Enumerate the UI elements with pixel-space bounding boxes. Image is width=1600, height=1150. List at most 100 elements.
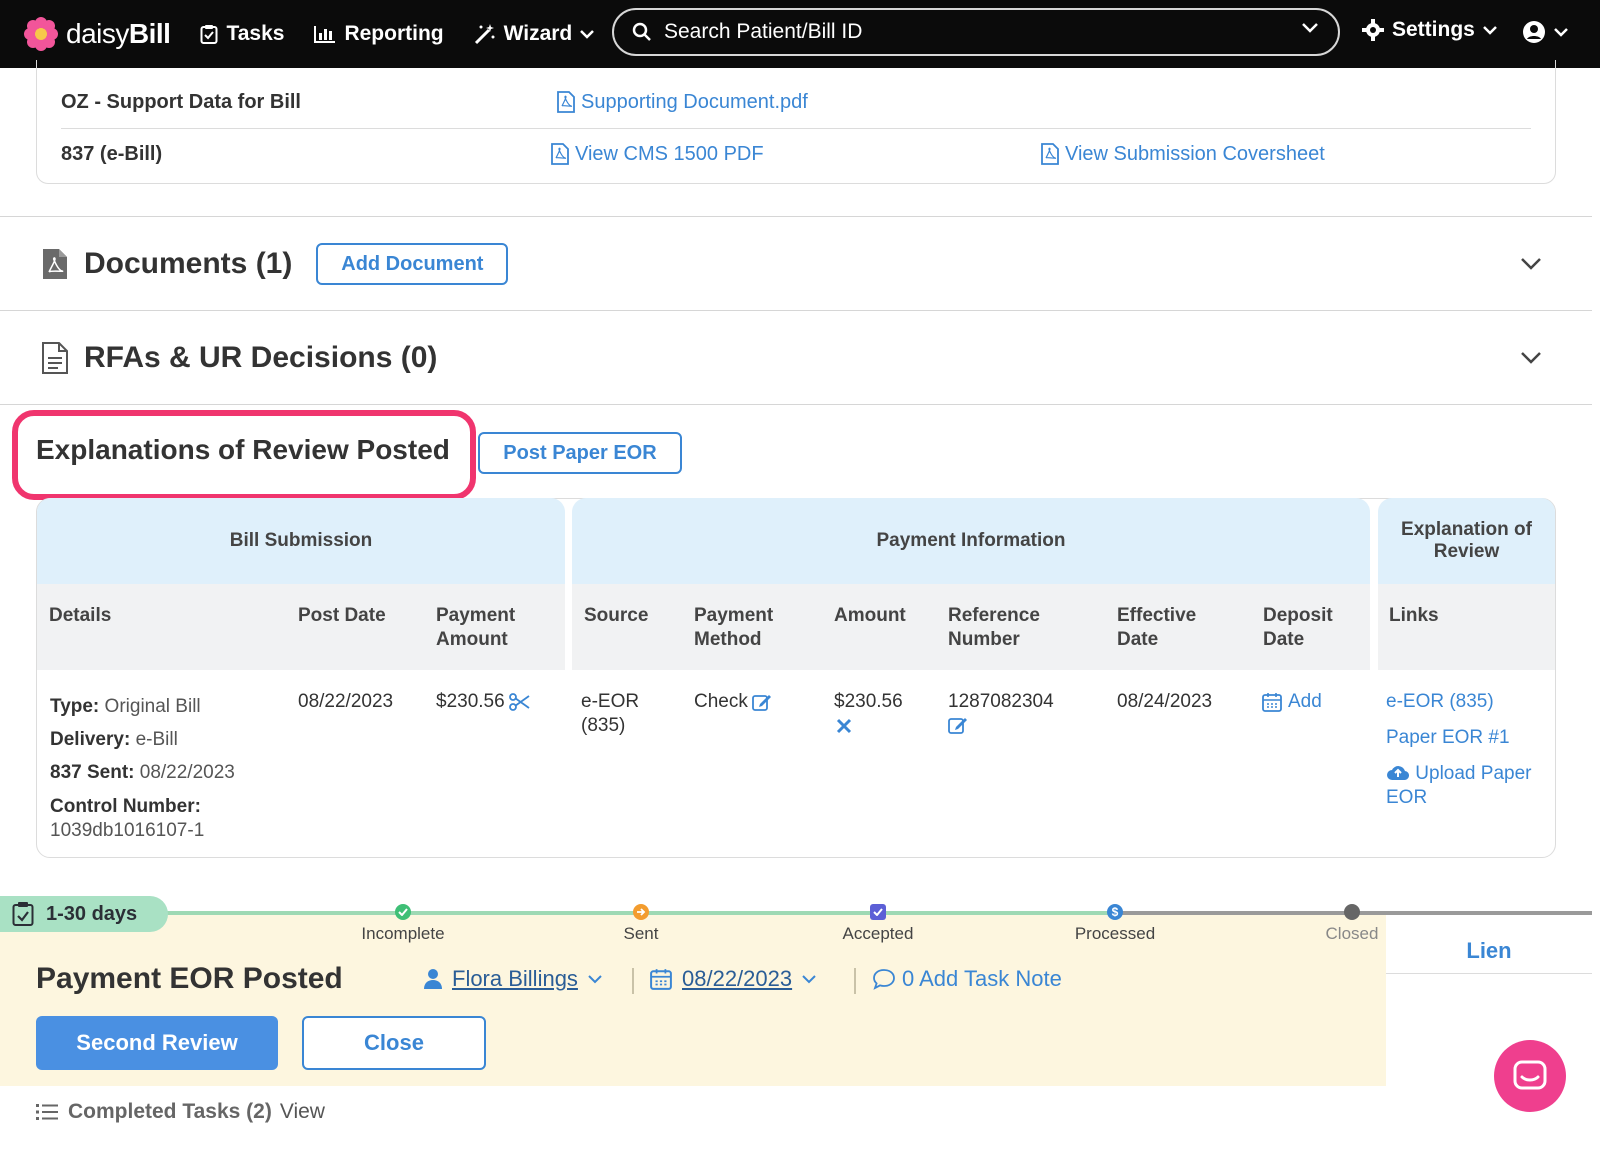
column-header-deposit-date: Deposit Date [1263,605,1333,650]
task-title: Payment EOR Posted [36,962,343,995]
step-label: Closed [1325,924,1379,943]
view-coversheet-link[interactable]: View Submission Coversheet [1041,143,1531,166]
completed-tasks-view-link[interactable]: View [280,1100,325,1124]
clipboard-check-icon [12,902,34,926]
brand-logo[interactable]: daisyBill [24,17,171,51]
nav-reporting[interactable]: Reporting [314,22,444,46]
delivery-label: Delivery: [50,729,131,750]
aging-badge: 1-30 days [0,896,168,932]
brand-name-light: daisy [66,18,129,49]
nav-tasks[interactable]: Tasks [200,22,284,46]
eor-links-cell: e-EOR (835) Paper EOR #1 Upload Paper EO… [1386,690,1546,810]
rfas-section[interactable]: RFAs & UR Decisions (0) [0,312,1592,404]
chat-icon [1513,1060,1547,1090]
support-row-label: 837 (e-Bill) [61,142,163,165]
column-header-payment-amount: Payment Amount [436,605,516,650]
amount-cell: $230.56 [834,690,903,741]
bill-files-card: OZ - Support Data for Bill Supporting Do… [36,60,1556,184]
user-circle-icon [1523,21,1545,43]
assignee-dropdown[interactable]: Flora Billings [424,966,602,992]
column-header-details: Details [49,605,112,626]
due-date-dropdown[interactable]: 08/22/2023 [650,966,816,992]
completed-tasks-toggle[interactable]: Completed Tasks (2) View [36,1100,325,1124]
calendar-icon [650,969,672,990]
chevron-down-icon [1554,28,1568,37]
completed-tasks-label: Completed Tasks (2) [68,1100,272,1123]
chevron-down-icon [588,975,602,984]
daisy-flower-icon [24,17,58,51]
separator [632,968,634,994]
payment-method-cell: Check [694,690,772,714]
sent-value: 08/22/2023 [139,762,235,783]
chevron-down-icon[interactable] [1302,22,1318,34]
payment-method-value: Check [694,691,748,712]
dollar-circle-icon: $ [1107,904,1123,920]
nav-tasks-label: Tasks [226,22,285,45]
control-number-label: Control Number: [50,796,201,817]
reference-number-cell: 1287082304 [948,690,1054,741]
close-task-button[interactable]: Close [302,1016,486,1070]
step-processed: $ Processed [1035,904,1195,944]
bar-chart-icon [314,26,336,43]
step-sent: Sent [561,904,721,944]
search-icon [632,22,651,41]
magic-wand-icon [474,24,495,45]
pdf-file-icon [43,249,67,279]
user-menu[interactable] [1522,20,1568,44]
details-cell: Type: Original Bill Delivery: e-Bill 837… [50,690,290,843]
chevron-down-icon[interactable] [1520,257,1542,271]
column-header-effective-date: Effective Date [1117,605,1197,650]
documents-title: Documents (1) [84,247,293,280]
circle-icon [1344,904,1360,920]
add-document-button[interactable]: Add Document [316,243,509,285]
supporting-document-link[interactable]: Supporting Document.pdf [557,91,1053,114]
chat-launcher-button[interactable] [1494,1040,1566,1112]
view-coversheet-label: View Submission Coversheet [1065,142,1325,165]
paper-eor-link[interactable]: Paper EOR #1 [1386,726,1546,750]
nav-settings[interactable]: Settings [1362,18,1497,42]
tab-lien[interactable]: Lien [1386,928,1592,974]
e-eor-link[interactable]: e-EOR (835) [1386,690,1546,714]
comment-icon [873,969,895,990]
search-input[interactable]: Search Patient/Bill ID [612,8,1340,56]
edit-icon[interactable] [948,716,968,734]
reference-number-value: 1287082304 [948,691,1054,712]
nav-wizard[interactable]: Wizard [474,22,603,46]
deposit-date-add-link[interactable]: Add [1262,690,1322,714]
effective-date-value: 08/24/2023 [1117,691,1213,712]
documents-section[interactable]: Documents (1) Add Document [0,218,1592,310]
add-task-note-link[interactable]: 0 Add Task Note [872,966,1062,992]
divider [0,404,1592,405]
calendar-icon [1262,693,1282,712]
search-placeholder: Search Patient/Bill ID [664,20,863,43]
deposit-add-label: Add [1288,691,1322,712]
post-date-value: 08/22/2023 [298,691,394,712]
user-icon [424,969,442,989]
source-value: e-EOR (835) [581,691,640,736]
supporting-document-label: Supporting Document.pdf [581,90,808,113]
divider [0,310,1592,311]
view-cms1500-label: View CMS 1500 PDF [575,142,764,165]
step-label: Incomplete [361,924,445,943]
second-review-button[interactable]: Second Review [36,1016,278,1070]
scissors-icon[interactable] [508,693,531,711]
arrow-circle-icon [633,904,649,920]
chevron-down-icon [802,975,816,984]
step-label: Accepted [842,924,914,943]
chevron-down-icon[interactable] [1520,351,1542,365]
separator [854,968,856,994]
view-cms1500-link[interactable]: View CMS 1500 PDF [551,143,1041,166]
support-row: 837 (e-Bill) View CMS 1500 PDF View Subm… [61,128,1531,180]
pdf-file-icon [1041,143,1059,165]
type-label: Type: [50,696,100,717]
support-row-label: OZ - Support Data for Bill [61,90,301,113]
clipboard-check-icon [200,25,218,44]
upload-paper-eor-link[interactable]: Upload Paper EOR [1386,762,1546,810]
remove-icon[interactable] [836,718,852,734]
post-paper-eor-button[interactable]: Post Paper EOR [478,432,682,474]
payment-amount-cell: $230.56 [436,690,531,714]
pdf-file-icon [557,91,575,113]
edit-icon[interactable] [751,693,772,711]
column-header-payment-method: Payment Method [694,605,774,650]
sent-label: 837 Sent: [50,762,135,783]
